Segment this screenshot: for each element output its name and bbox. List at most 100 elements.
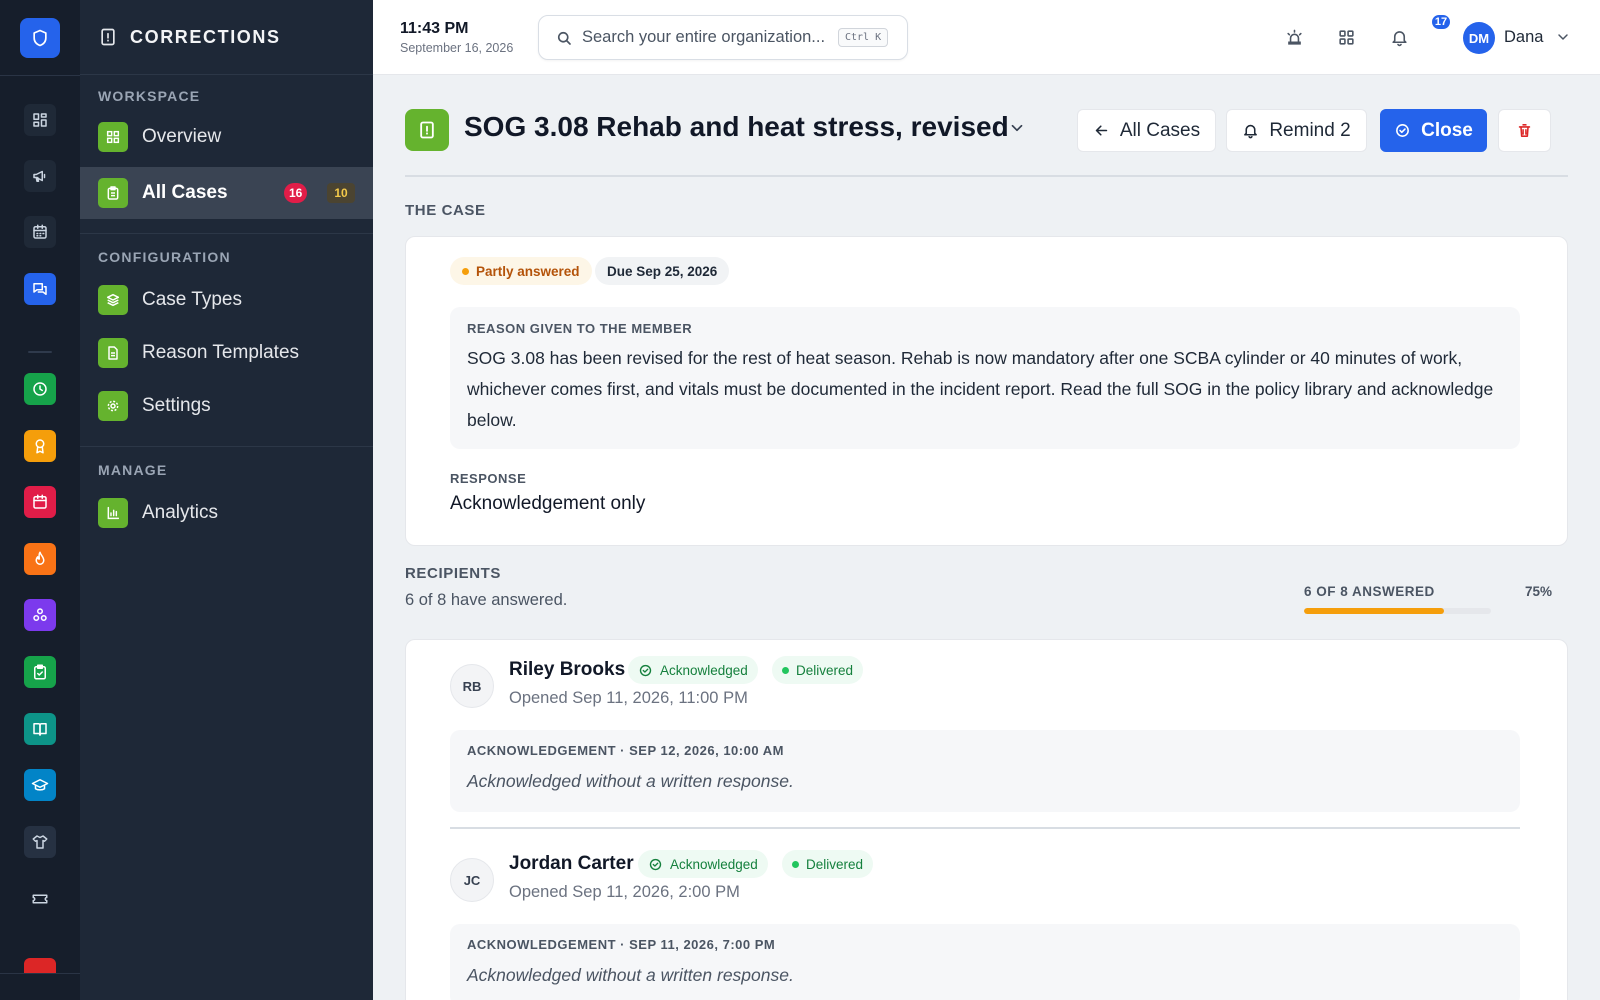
- ticket-icon: [32, 894, 48, 904]
- flame-icon: [35, 551, 45, 565]
- overview-icon: [98, 122, 128, 152]
- reason-text: SOG 3.08 has been revised for the rest o…: [467, 348, 1494, 430]
- network-icon: [33, 608, 47, 621]
- rail-item-messages[interactable]: [24, 273, 56, 305]
- apps-button[interactable]: [1334, 25, 1358, 49]
- global-search[interactable]: Ctrl K: [538, 15, 908, 60]
- check-circle-icon: [649, 858, 662, 870]
- alert-button[interactable]: [1282, 25, 1306, 49]
- sidebar-item-all-cases[interactable]: All Cases 16 10: [80, 167, 373, 219]
- current-time: 11:43 PM: [400, 20, 469, 37]
- megaphone-icon: [33, 170, 46, 182]
- sidebar-item-label: Case Types: [142, 289, 242, 310]
- close-case-button[interactable]: Close: [1380, 109, 1487, 152]
- progress-bar-fill: [1304, 608, 1445, 614]
- main-content: SOG 3.08 Rehab and heat stress, revised …: [373, 75, 1600, 1000]
- case-switcher[interactable]: [1008, 119, 1026, 142]
- sidebar-divider: [80, 233, 373, 234]
- sidebar-item-analytics[interactable]: Analytics: [80, 487, 373, 539]
- book-icon: [33, 723, 47, 736]
- sidebar-item-label: Overview: [142, 126, 222, 147]
- layers-icon: [98, 285, 128, 315]
- document-icon: [98, 338, 128, 368]
- acknowledged-text: Acknowledged: [660, 662, 748, 678]
- sidebar-item-overview[interactable]: Overview: [80, 111, 373, 163]
- chevron-down-icon: [1558, 34, 1568, 40]
- response-label: RESPONSE: [450, 471, 527, 486]
- rail-item-training[interactable]: [24, 769, 56, 801]
- sidebar-item-settings[interactable]: Settings: [80, 380, 373, 432]
- rail-item-more[interactable]: [24, 958, 56, 973]
- recipient-divider: [450, 827, 1520, 829]
- remind-button-label: Remind 2: [1269, 119, 1351, 141]
- progress-label: 6 OF 8 ANSWERED: [1304, 584, 1435, 599]
- status-badge: Partly answered: [450, 257, 592, 285]
- section-workspace: WORKSPACE: [98, 88, 201, 104]
- all-cases-button-label: All Cases: [1119, 119, 1201, 141]
- rail-separator: [28, 351, 52, 353]
- rail-item-awards[interactable]: [24, 430, 56, 462]
- rail-item-tickets[interactable]: [24, 883, 56, 915]
- user-avatar[interactable]: DM: [1463, 22, 1495, 54]
- acknowledgement-box: ACKNOWLEDGEMENT · SEP 11, 2026, 7:00 PM …: [450, 924, 1520, 1000]
- acknowledged-badge: Acknowledged: [638, 850, 768, 878]
- recipients-card: RB Riley Brooks Acknowledged Delivered O…: [405, 639, 1568, 1000]
- rail-item-units[interactable]: [24, 599, 56, 631]
- search-icon: [557, 31, 571, 45]
- sidebar-item-label: All Cases: [142, 182, 228, 203]
- app-title: CORRECTIONS: [130, 26, 281, 47]
- rail-item-incidents[interactable]: [24, 543, 56, 575]
- search-input[interactable]: [582, 28, 832, 47]
- user-menu-toggle[interactable]: [1555, 29, 1573, 47]
- bell-icon: [1391, 30, 1407, 46]
- check-circle-icon: [1396, 124, 1410, 137]
- alert-document-icon: [101, 28, 115, 46]
- chevron-down-icon: [1011, 124, 1023, 132]
- acknowledged-badge: Acknowledged: [628, 656, 758, 684]
- rail-item-time[interactable]: [24, 373, 56, 405]
- status-dot: [462, 267, 469, 275]
- all-cases-button[interactable]: All Cases: [1077, 109, 1216, 152]
- rail-item-library[interactable]: [24, 713, 56, 745]
- clock: 11:43 PM September 16, 2026: [400, 20, 513, 55]
- reason-box: REASON GIVEN TO THE MEMBER SOG 3.08 has …: [450, 307, 1520, 449]
- section-recipients: RECIPIENTS: [405, 565, 502, 582]
- award-icon: [35, 439, 45, 454]
- rail-item-checklists[interactable]: [24, 656, 56, 688]
- due-date-badge: Due Sep 25, 2026: [595, 257, 730, 285]
- page-title: SOG 3.08 Rehab and heat stress, revised: [464, 111, 1009, 142]
- icon-rail: [0, 0, 80, 1000]
- bell-icon: [1244, 124, 1258, 139]
- rail-item-announcements[interactable]: [24, 160, 56, 192]
- clipboard-icon: [98, 178, 128, 208]
- app-logo[interactable]: [20, 18, 60, 58]
- sidebar-item-label: Analytics: [142, 502, 219, 523]
- shirt-icon: [32, 835, 48, 849]
- rail-item-dashboard[interactable]: [24, 104, 56, 136]
- rail-item-calendar[interactable]: [24, 216, 56, 248]
- rail-item-events[interactable]: [24, 486, 56, 518]
- progress-percent: 75%: [1525, 584, 1553, 599]
- calendar-icon: [33, 224, 47, 239]
- graduation-cap-icon: [31, 779, 49, 791]
- search-shortcut-hint: Ctrl K: [838, 28, 889, 47]
- alert-document-icon: [420, 121, 434, 139]
- rail-item-uniforms[interactable]: [24, 826, 56, 858]
- user-name[interactable]: Dana: [1504, 28, 1543, 47]
- notifications-button[interactable]: [1387, 25, 1411, 49]
- siren-icon: [1286, 29, 1302, 45]
- chat-icon: [33, 283, 47, 295]
- sidebar-item-label: Reason Templates: [142, 342, 300, 363]
- delete-case-button[interactable]: [1498, 109, 1551, 152]
- sidebar-item-case-types[interactable]: Case Types: [80, 274, 373, 326]
- shield-icon: [33, 29, 47, 47]
- remind-button[interactable]: Remind 2: [1226, 109, 1367, 152]
- progress-bar: [1304, 608, 1491, 614]
- notifications-count-badge: 17: [1430, 13, 1452, 31]
- acknowledged-text: Acknowledged: [670, 856, 758, 872]
- delivered-dot: [782, 666, 789, 674]
- sidebar-divider: [80, 446, 373, 447]
- gear-icon: [98, 391, 128, 421]
- header-divider: [405, 175, 1568, 177]
- sidebar-item-reason-templates[interactable]: Reason Templates: [80, 327, 373, 379]
